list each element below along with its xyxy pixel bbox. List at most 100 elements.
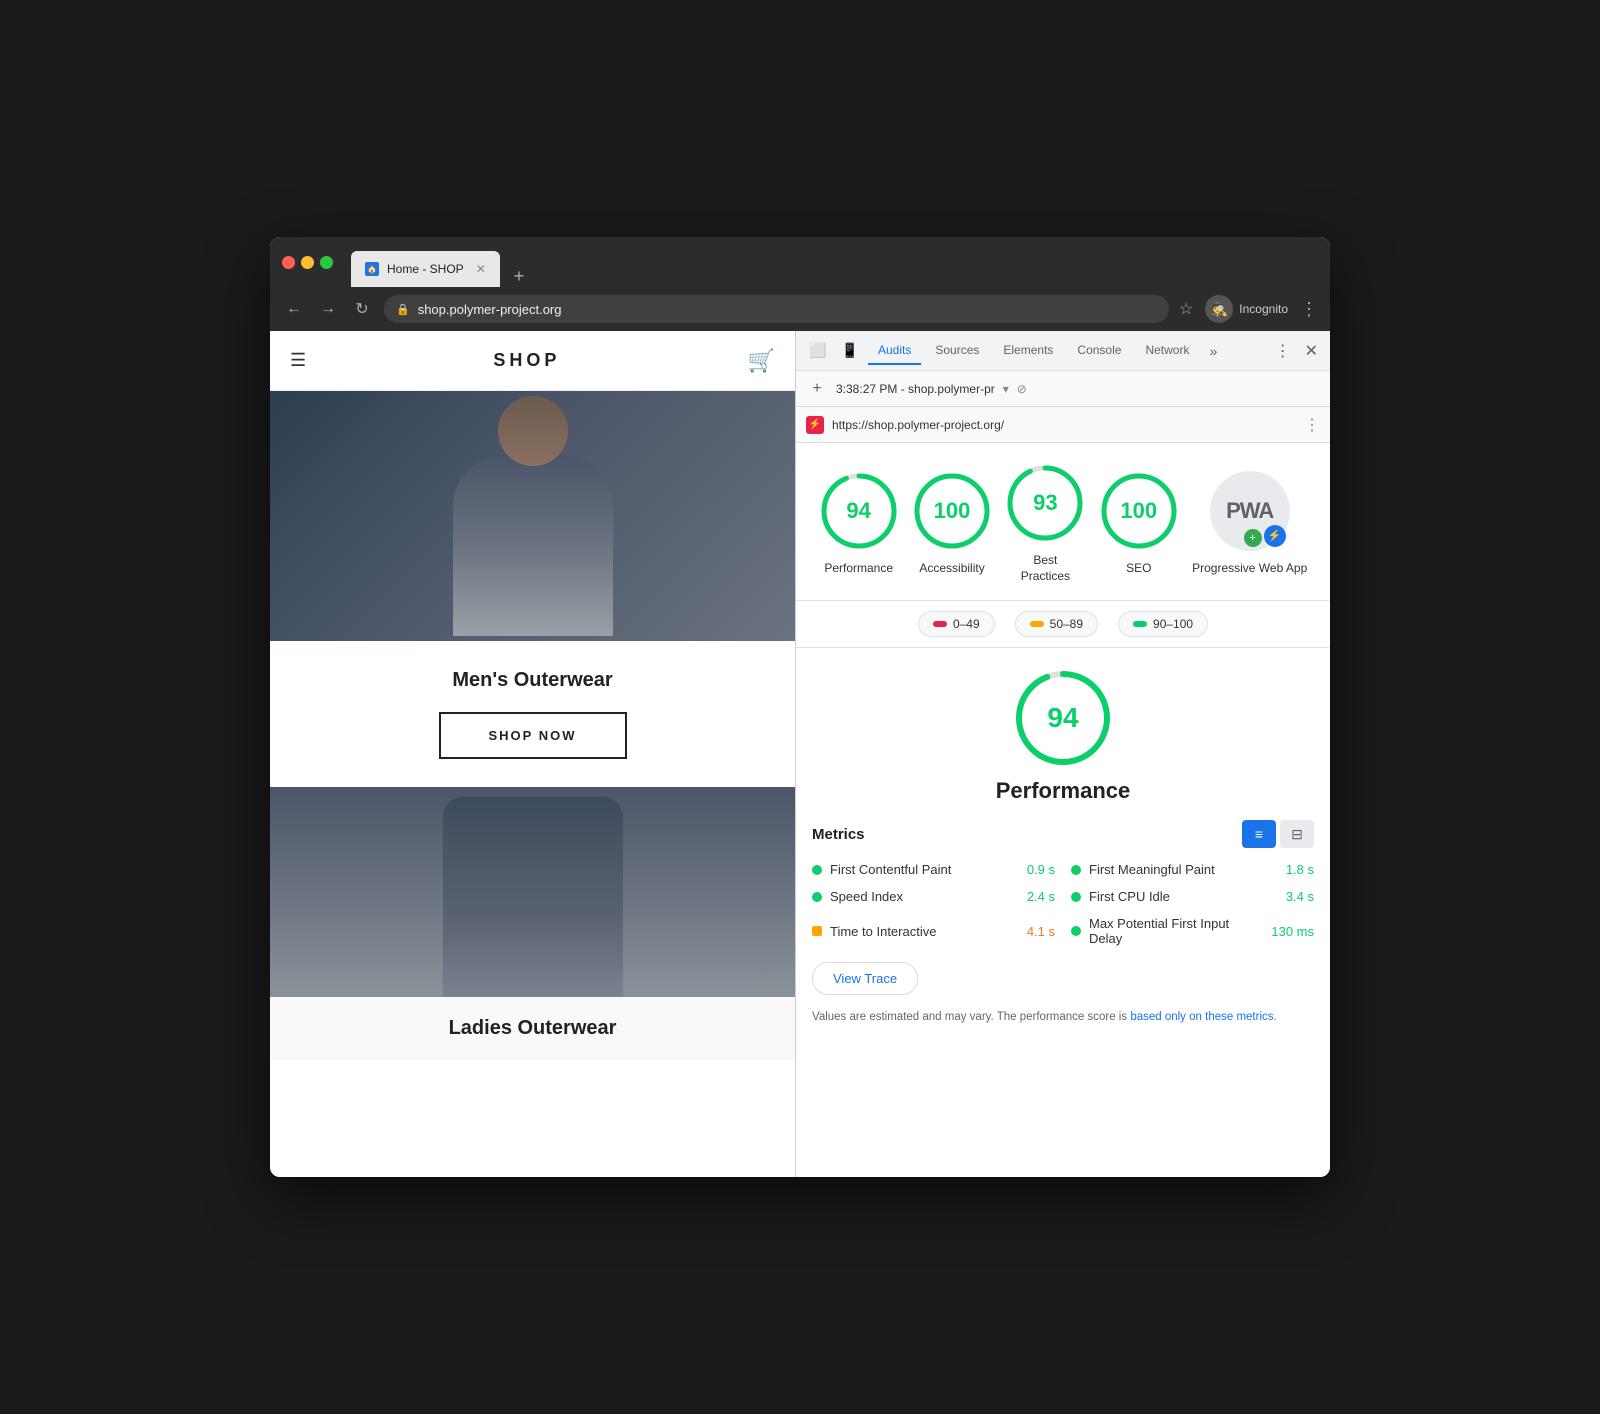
shop-header: ☰ SHOP 🛒 [270,331,795,391]
devtools-panel: ⬜ 📱 Audits Sources Elements Console Netw… [795,331,1330,1177]
active-tab[interactable]: 🏠 Home - SHOP ✕ [351,251,500,287]
si-value: 2.4 s [1027,889,1055,904]
si-dot [812,892,822,902]
fci-value: 3.4 s [1286,889,1314,904]
si-label: Speed Index [830,889,1019,904]
metrics-view-buttons: ≡ ⊟ [1242,820,1314,848]
browser-menu-icon[interactable]: ⋮ [1300,299,1318,320]
legend-fail-range: 0–49 [953,617,980,631]
close-button[interactable] [282,256,295,269]
accessibility-circle: 100 [912,471,992,551]
address-bar: ← → ↻ 🔒 shop.polymer-project.org ☆ 🕵 Inc… [270,287,1330,331]
more-tabs-icon[interactable]: » [1203,337,1223,365]
legend-green-dot [1133,621,1147,627]
browser-window: 🏠 Home - SHOP ✕ + ← → ↻ 🔒 shop.polymer-p… [270,237,1330,1177]
tti-dot [812,926,822,936]
pwa-circle: PWA ⚡ + [1210,471,1290,551]
tree-view-button[interactable]: ⊟ [1280,820,1314,848]
hamburger-menu-icon[interactable]: ☰ [290,350,306,371]
fmp-label: First Meaningful Paint [1089,862,1278,877]
forward-button[interactable]: → [316,300,340,318]
incognito-icon: 🕵 [1205,295,1233,323]
disclaimer-suffix: . [1274,1011,1277,1023]
add-audit-icon[interactable]: + [806,378,828,400]
score-accessibility[interactable]: 100 Accessibility [912,471,992,577]
best-practices-label: BestPractices [1021,553,1070,584]
fullscreen-button[interactable] [320,256,333,269]
metric-first-contentful-paint: First Contentful Paint 0.9 s [812,862,1055,877]
fci-label: First CPU Idle [1089,889,1278,904]
tab-console[interactable]: Console [1067,337,1131,365]
score-seo[interactable]: 100 SEO [1099,471,1179,577]
tab-sources[interactable]: Sources [925,337,989,365]
metrics-grid: First Contentful Paint 0.9 s First Meani… [812,862,1314,946]
url-bar[interactable]: 🔒 shop.polymer-project.org [384,295,1169,323]
pwa-lightning-icon: ⚡ [1264,525,1286,547]
best-practices-circle: 93 [1005,463,1085,543]
audit-url-icon: ⚡ [806,416,824,434]
mens-outerwear-title: Men's Outerwear [290,669,775,692]
view-trace-button[interactable]: View Trace [812,962,918,995]
accessibility-label: Accessibility [919,561,984,577]
metrics-label: Metrics [812,826,865,843]
legend-pass: 90–100 [1118,611,1208,637]
list-view-button[interactable]: ≡ [1242,820,1276,848]
tab-network[interactable]: Network [1135,337,1199,365]
tab-audits[interactable]: Audits [868,337,921,365]
fci-dot [1071,892,1081,902]
ladies-hero-image [270,787,795,997]
fid-value: 130 ms [1271,924,1314,939]
inspect-element-icon[interactable]: ⬜ [804,337,832,365]
metric-first-meaningful-paint: First Meaningful Paint 1.8 s [1071,862,1314,877]
seo-value: 100 [1120,498,1157,524]
traffic-lights [282,256,333,269]
shop-logo: SHOP [493,350,560,371]
hero-image [270,391,795,641]
minimize-button[interactable] [301,256,314,269]
score-pwa[interactable]: PWA ⚡ + Progressive Web App [1192,471,1307,577]
metrics-header: Metrics ≡ ⊟ [812,820,1314,848]
tti-label: Time to Interactive [830,924,1019,939]
devtools-close-icon[interactable]: ✕ [1301,341,1322,361]
new-tab-button[interactable]: + [508,266,531,287]
hoodie-figure [443,797,623,997]
fid-label: Max Potential First Input Delay [1089,916,1263,946]
score-best-practices[interactable]: 93 BestPractices [1005,463,1085,584]
accessibility-value: 100 [934,498,971,524]
tab-close-icon[interactable]: ✕ [476,262,486,276]
back-button[interactable]: ← [282,300,306,318]
bookmark-icon[interactable]: ☆ [1179,299,1193,319]
incognito-label: Incognito [1239,302,1288,316]
block-icon[interactable]: ⊘ [1017,382,1027,396]
legend-orange-dot [1030,621,1044,627]
fcp-label: First Contentful Paint [830,862,1019,877]
tab-elements[interactable]: Elements [993,337,1063,365]
performance-big-circle: 94 [1013,668,1113,768]
metrics-section: Metrics ≡ ⊟ First Contentful Paint 0.9 s [812,820,1314,946]
performance-score-area: 94 Performance [812,668,1314,804]
reload-button[interactable]: ↻ [350,299,374,319]
legend-pass-range: 90–100 [1153,617,1193,631]
pwa-badge: PWA [1226,498,1273,524]
performance-value: 94 [846,498,870,524]
fcp-dot [812,865,822,875]
metric-speed-index: Speed Index 2.4 s [812,889,1055,904]
url-text: shop.polymer-project.org [418,302,562,317]
performance-label: Performance [824,561,893,577]
score-performance[interactable]: 94 Performance [819,471,899,577]
cart-icon[interactable]: 🛒 [748,348,775,374]
dropdown-arrow-icon[interactable]: ▾ [1003,382,1009,396]
shop-now-button[interactable]: SHOP NOW [439,712,627,759]
lock-icon: 🔒 [396,303,410,316]
audit-timestamp: 3:38:27 PM - shop.polymer-pr [836,382,995,396]
tab-favicon: 🏠 [365,262,379,276]
disclaimer-link[interactable]: based only on these metrics [1130,1011,1273,1023]
devtools-toolbar: ⬜ 📱 Audits Sources Elements Console Netw… [796,331,1330,371]
audit-url-text: https://shop.polymer-project.org/ [832,418,1296,432]
pwa-plus-icon: + [1244,529,1262,547]
audit-url-menu-icon[interactable]: ⋮ [1304,415,1320,435]
device-toolbar-icon[interactable]: 📱 [836,337,864,365]
fmp-value: 1.8 s [1286,862,1314,877]
metric-first-cpu-idle: First CPU Idle 3.4 s [1071,889,1314,904]
devtools-menu-icon[interactable]: ⋮ [1269,341,1297,361]
